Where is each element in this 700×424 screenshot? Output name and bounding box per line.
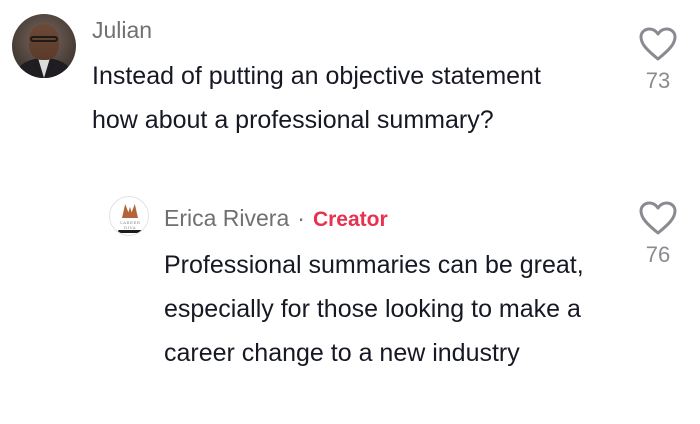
creator-badge: Creator bbox=[312, 208, 388, 231]
avatar-julian[interactable] bbox=[12, 14, 76, 78]
career-diva-logo-icon bbox=[122, 204, 138, 218]
reply-like-button[interactable]: 76 bbox=[636, 200, 680, 268]
username-text[interactable]: Julian bbox=[92, 17, 152, 43]
reply-text: Professional summaries can be great, esp… bbox=[164, 251, 584, 367]
separator-dot: · bbox=[297, 205, 305, 231]
like-count: 73 bbox=[645, 68, 671, 93]
avatar-glasses bbox=[30, 36, 58, 42]
reply-like-count: 76 bbox=[645, 242, 671, 267]
reply-username[interactable]: Erica Rivera bbox=[164, 205, 289, 231]
avatar-logo-bar bbox=[118, 230, 142, 233]
comment-username[interactable]: Julian bbox=[92, 17, 152, 44]
avatar-erica[interactable]: CAREER DIVA bbox=[109, 196, 149, 236]
like-button[interactable]: 73 bbox=[636, 26, 680, 94]
heart-outline-icon[interactable] bbox=[638, 200, 678, 236]
reply-username-row: Erica Rivera · Creator bbox=[164, 205, 388, 232]
avatar-logo-text: CAREER DIVA bbox=[119, 220, 141, 230]
comment-text: Instead of putting an objective statemen… bbox=[92, 62, 541, 134]
avatar-face bbox=[29, 24, 59, 60]
heart-outline-icon[interactable] bbox=[638, 26, 678, 62]
